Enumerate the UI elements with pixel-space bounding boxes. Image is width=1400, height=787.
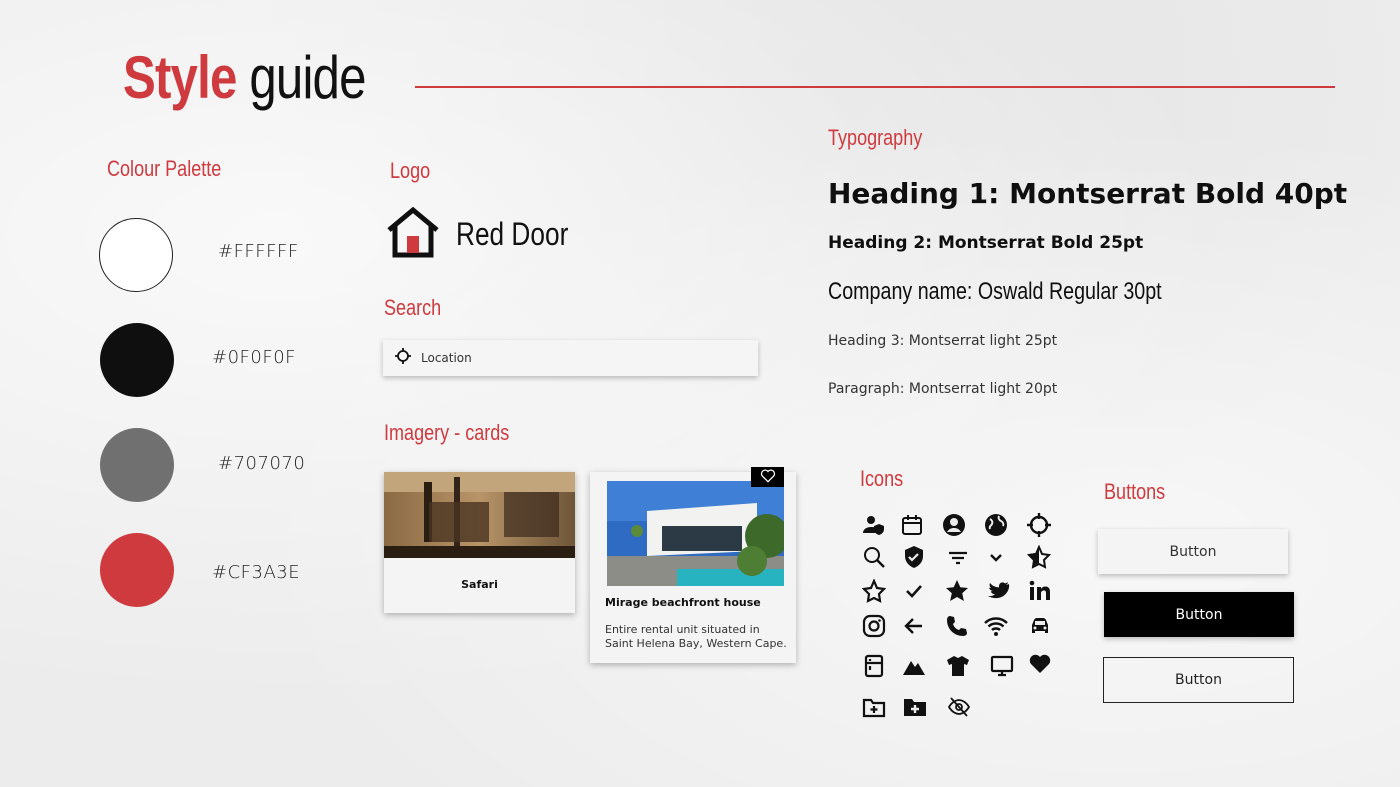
star-icon: [945, 579, 969, 603]
star-half-icon: [1027, 545, 1051, 569]
logo-heading: Logo: [390, 158, 431, 183]
logo-house-icon: [385, 205, 441, 259]
heart-icon: [1028, 652, 1052, 676]
monitor-icon: [990, 654, 1014, 678]
user-shield-icon: [862, 513, 886, 537]
folder-plus-outline-icon: [862, 695, 886, 719]
heart-outline-icon: [760, 468, 776, 487]
typography-heading: Typography: [828, 125, 923, 150]
shield-check-icon: [902, 545, 926, 569]
crosshair-icon: [395, 348, 411, 368]
swatch-hex-white: #FFFFFF: [218, 241, 299, 262]
fridge-icon: [862, 654, 886, 678]
imagery-heading: Imagery - cards: [384, 420, 510, 445]
phone-icon: [945, 614, 969, 638]
palette-heading: Colour Palette: [107, 156, 222, 181]
instagram-icon: [862, 614, 886, 638]
swatch-grey: [100, 428, 174, 502]
search-heading: Search: [384, 295, 442, 320]
calendar-icon: [900, 513, 924, 537]
search-icon: [862, 545, 886, 569]
filter-icon: [946, 545, 970, 569]
favorite-button[interactable]: [751, 467, 784, 487]
crosshair-icon: [1027, 513, 1051, 537]
wifi-icon: [984, 614, 1008, 638]
button-dark[interactable]: Button: [1104, 592, 1294, 637]
page-title: Style guide: [123, 40, 366, 116]
card-description: Entire rental unit situated in Saint Hel…: [605, 623, 787, 650]
eye-off-icon: [947, 695, 971, 719]
title-word: guide: [236, 44, 366, 111]
card-safari[interactable]: Safari: [384, 472, 575, 613]
sample-company-name: Company name: Oswald Regular 30pt: [828, 278, 1162, 305]
title-divider: [415, 86, 1335, 88]
mountain-icon: [902, 654, 926, 678]
title-accent-word: Style: [123, 44, 237, 111]
account-circle-icon: [942, 513, 966, 537]
search-input[interactable]: Location: [383, 340, 758, 376]
check-icon: [902, 579, 926, 603]
card-mirage[interactable]: Mirage beachfront house Entire rental un…: [590, 467, 796, 663]
buttons-heading: Buttons: [1104, 479, 1166, 504]
sample-heading-2: Heading 2: Montserrat Bold 25pt: [828, 233, 1144, 253]
sample-paragraph: Paragraph: Montserrat light 20pt: [828, 381, 1058, 397]
twitter-icon: [987, 579, 1011, 603]
star-outline-icon: [862, 579, 886, 603]
linkedin-icon: [1028, 579, 1052, 603]
swatch-hex-black: #0F0F0F: [212, 347, 296, 368]
button-outline[interactable]: Button: [1103, 657, 1294, 703]
swatch-black: [100, 323, 174, 397]
swatch-white: [99, 218, 173, 292]
search-placeholder: Location: [421, 351, 472, 365]
card-image-safari: [384, 472, 575, 558]
swatch-red: [100, 533, 174, 607]
card-image-mirage: [607, 481, 784, 586]
button-light[interactable]: Button: [1098, 529, 1288, 574]
logo-wordmark: Red Door: [456, 216, 569, 252]
sample-heading-1: Heading 1: Montserrat Bold 40pt: [828, 177, 1348, 210]
car-icon: [1028, 614, 1052, 638]
swatch-hex-grey: #707070: [218, 453, 306, 474]
swatch-hex-red: #CF3A3E: [212, 562, 301, 583]
tshirt-icon: [946, 654, 970, 678]
chevron-down-icon: [984, 545, 1008, 569]
folder-plus-icon: [903, 695, 927, 719]
arrow-left-icon: [902, 614, 926, 638]
sample-heading-3: Heading 3: Montserrat light 25pt: [828, 333, 1058, 349]
card-title: Mirage beachfront house: [605, 596, 761, 609]
card-title: Safari: [461, 578, 498, 591]
globe-icon: [984, 513, 1008, 537]
icons-heading: Icons: [860, 466, 904, 491]
